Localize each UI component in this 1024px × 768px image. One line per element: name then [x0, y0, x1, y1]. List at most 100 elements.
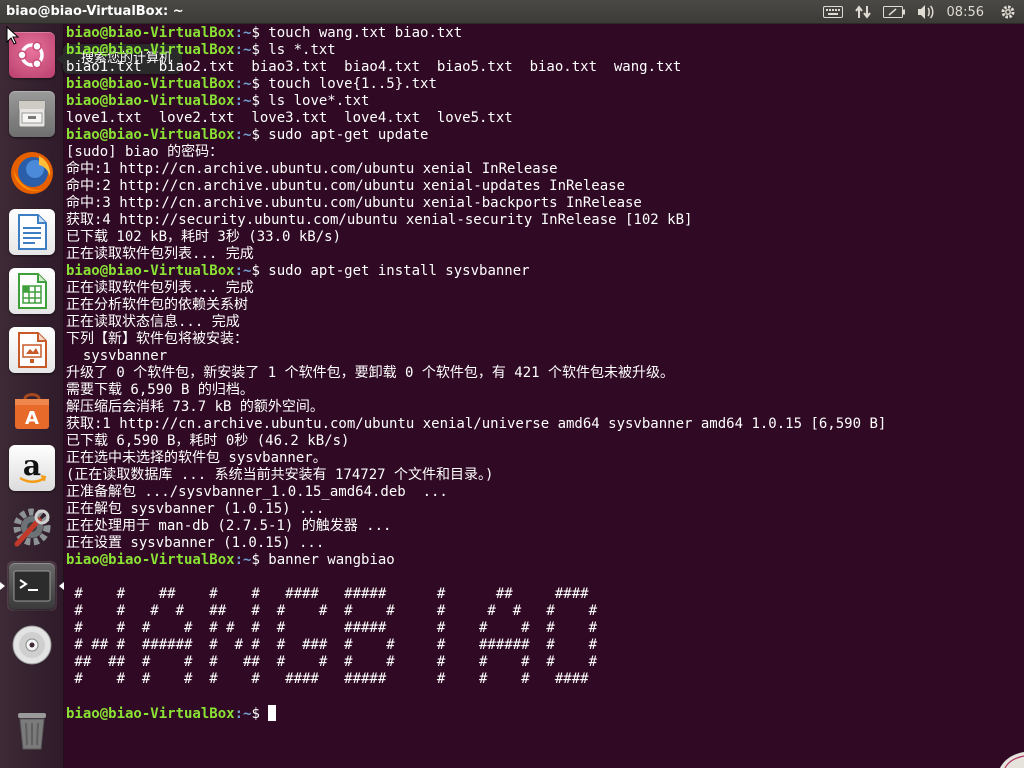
prompt-path: :~ — [234, 76, 252, 92]
terminal-output-line: 需要下载 6,590 B 的归档。 — [66, 382, 254, 398]
terminal-icon — [9, 563, 55, 609]
gear-icon[interactable] — [994, 0, 1024, 24]
launcher-impress-button[interactable] — [7, 325, 57, 375]
launcher-calc-button[interactable] — [7, 266, 57, 316]
launcher-terminal-button[interactable] — [0, 561, 64, 611]
terminal-prompt-line: biao@biao-VirtualBox:~$ — [66, 705, 1024, 722]
terminal-prompt-line: biao@biao-VirtualBox:~$ sudo apt-get ins… — [66, 263, 1024, 280]
terminal-output-line: # # # # # # #### ##### # # # #### — [66, 671, 589, 687]
terminal-output-line: 正在选中未选择的软件包 sysvbanner。 — [66, 450, 327, 466]
prompt-user: biao@biao-VirtualBox — [66, 76, 235, 92]
text-cursor — [268, 705, 277, 721]
terminal-output-line: biao1.txt biao2.txt biao3.txt biao4.txt … — [66, 59, 682, 75]
terminal-output-line: 正准备解包 .../sysvbanner_1.0.15_amd64.deb ..… — [66, 484, 448, 500]
amazon-icon: a — [9, 445, 55, 491]
prompt-symbol: $ — [251, 76, 269, 92]
prompt-symbol: $ — [251, 263, 269, 279]
keyboard-icon[interactable] — [817, 0, 849, 24]
launcher-trash-button[interactable] — [7, 705, 57, 755]
prompt-user: biao@biao-VirtualBox — [66, 127, 235, 143]
terminal-output-line: 命中:2 http://cn.archive.ubuntu.com/ubuntu… — [66, 178, 626, 194]
prompt-symbol: $ — [251, 93, 269, 109]
terminal-prompt-line: biao@biao-VirtualBox:~$ touch love{1..5}… — [66, 76, 1024, 93]
terminal-output-line: 下列【新】软件包将被安装： — [66, 331, 248, 347]
launcher-dvd-button[interactable] — [7, 620, 57, 670]
volume-icon[interactable] — [911, 0, 941, 24]
impress-presentation-icon — [9, 327, 55, 373]
prompt-symbol: $ — [251, 706, 269, 722]
terminal-output-line: [sudo] biao 的密码： — [66, 144, 224, 160]
terminal-output-line: 正在处理用于 man-db (2.7.5-1) 的触发器 ... — [66, 518, 392, 534]
terminal-output-line: # # ## # # #### ##### # ## #### — [66, 586, 589, 602]
launcher: A a — [0, 24, 64, 768]
prompt-path: :~ — [234, 25, 252, 41]
prompt-user: biao@biao-VirtualBox — [66, 42, 235, 58]
writer-document-icon — [9, 209, 55, 255]
prompt-user: biao@biao-VirtualBox — [66, 706, 235, 722]
prompt-user: biao@biao-VirtualBox — [66, 25, 235, 41]
terminal-output-line: 正在设置 sysvbanner (1.0.15) ... — [66, 535, 325, 551]
terminal-output-line: love1.txt love2.txt love3.txt love4.txt … — [66, 110, 513, 126]
prompt-symbol: $ — [251, 25, 269, 41]
terminal-output-line: sysvbanner — [66, 348, 168, 364]
terminal-output-line: (正在读取数据库 ... 系统当前共安装有 174727 个文件和目录。) — [66, 467, 494, 483]
command-text: touch love{1..5}.txt — [268, 76, 437, 92]
command-text: ls love*.txt — [268, 93, 370, 109]
prompt-path: :~ — [234, 552, 252, 568]
launcher-software-button[interactable]: A — [7, 384, 57, 434]
software-bag-icon: A — [9, 386, 55, 432]
launcher-settings-button[interactable] — [7, 502, 57, 552]
prompt-symbol: $ — [251, 552, 269, 568]
prompt-path: :~ — [234, 93, 252, 109]
command-text: touch wang.txt biao.txt — [268, 25, 463, 41]
terminal-output-line: 升级了 0 个软件包，新安装了 1 个软件包，要卸载 0 个软件包，有 421 … — [66, 365, 674, 381]
terminal-output-line: 正在读取软件包列表... 完成 — [66, 280, 254, 296]
terminal-output-line: 获取:4 http://security.ubuntu.com/ubuntu x… — [66, 212, 693, 228]
prompt-path: :~ — [234, 263, 252, 279]
terminal-output-line: # ## # ###### # # # # ### # # # ###### #… — [66, 637, 598, 653]
prompt-symbol: $ — [251, 42, 269, 58]
terminal-output-line: # # # # ## # # # # # # # # # # — [66, 603, 598, 619]
terminal-prompt-line: biao@biao-VirtualBox:~$ ls love*.txt — [66, 93, 1024, 110]
launcher-firefox-button[interactable] — [7, 148, 57, 198]
terminal-output-line: 已下载 102 kB，耗时 3秒 (33.0 kB/s) — [66, 229, 342, 245]
terminal-output-line: 正在读取软件包列表... 完成 — [66, 246, 254, 262]
clock[interactable]: 08:56 — [941, 0, 994, 24]
terminal-prompt-line: biao@biao-VirtualBox:~$ sudo apt-get upd… — [66, 127, 1024, 144]
focused-indicator — [59, 582, 64, 590]
command-text: banner wangbiao — [268, 552, 395, 568]
prompt-user: biao@biao-VirtualBox — [66, 93, 235, 109]
firefox-icon — [9, 150, 55, 196]
terminal-output-line: 正在解包 sysvbanner (1.0.15) ... — [66, 501, 325, 517]
launcher-writer-button[interactable] — [7, 207, 57, 257]
terminal-output-line: 获取:1 http://cn.archive.ubuntu.com/ubuntu… — [66, 416, 887, 432]
resize-corner-icon — [1000, 752, 1024, 768]
launcher-amazon-button[interactable]: a — [7, 443, 57, 493]
terminal-output[interactable]: biao@biao-VirtualBox:~$ touch wang.txt b… — [66, 25, 1024, 768]
prompt-user: biao@biao-VirtualBox — [66, 552, 235, 568]
terminal-output-line: ## ## # # # ## # # # # # # # # # — [66, 654, 598, 670]
terminal-output-line: 命中:3 http://cn.archive.ubuntu.com/ubuntu… — [66, 195, 642, 211]
running-indicator — [0, 582, 5, 590]
file-cabinet-icon — [9, 91, 55, 137]
svg-text:a: a — [23, 450, 41, 482]
battery-icon[interactable] — [877, 0, 911, 24]
svg-text:A: A — [25, 408, 39, 429]
terminal-prompt-line: biao@biao-VirtualBox:~$ ls *.txt — [66, 42, 1024, 59]
network-arrows-icon[interactable] — [849, 0, 877, 24]
launcher-files-button[interactable] — [7, 89, 57, 139]
top-panel: biao@biao-VirtualBox: ~ 08:56 — [0, 0, 1024, 24]
calc-spreadsheet-icon — [9, 268, 55, 314]
terminal-output-line: 解压缩后会消耗 73.7 kB 的额外空间。 — [66, 399, 324, 415]
terminal-output-line: # # # # # # # # ##### # # # # # — [66, 620, 598, 636]
terminal-output-line: 已下载 6,590 B，耗时 0秒 (46.2 kB/s) — [66, 433, 350, 449]
prompt-path: :~ — [234, 42, 252, 58]
prompt-path: :~ — [234, 127, 252, 143]
terminal-prompt-line: biao@biao-VirtualBox:~$ touch wang.txt b… — [66, 25, 1024, 42]
terminal-output-line: 正在读取状态信息... 完成 — [66, 314, 240, 330]
settings-gear-wrench-icon — [9, 504, 55, 550]
window-title: biao@biao-VirtualBox: ~ — [6, 4, 184, 19]
prompt-user: biao@biao-VirtualBox — [66, 263, 235, 279]
